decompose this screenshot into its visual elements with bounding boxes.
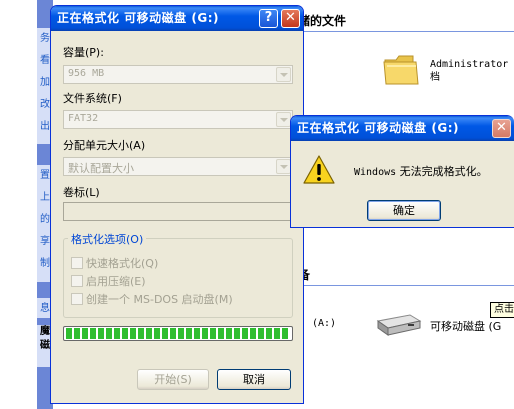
section-header-files: 储的文件 [298, 10, 514, 32]
allocation-unit-select[interactable]: 默认配置大小 [63, 157, 293, 176]
checkbox-box[interactable] [71, 257, 83, 269]
checkbox-box[interactable] [71, 275, 83, 287]
error-dialog-title: 正在格式化 可移动磁盘 (G:) [297, 121, 459, 135]
help-button[interactable]: ? [259, 9, 278, 28]
capacity-select[interactable]: 956 MB [63, 65, 293, 84]
format-dialog-title: 正在格式化 可移动磁盘 (G:) [57, 11, 219, 25]
cancel-button[interactable]: 取消 [217, 369, 291, 390]
capacity-label: 容量(P): [63, 46, 104, 59]
format-dialog: 正在格式化 可移动磁盘 (G:) ? ✕ 容量(P): 956 MB 文件系统(… [50, 5, 304, 404]
msdos-startup-disk-checkbox[interactable]: 创建一个 MS-DOS 启动盘(M) [71, 291, 233, 307]
floppy-drive-label[interactable]: (A:) [312, 318, 336, 329]
volume-label-input[interactable] [63, 202, 293, 221]
filesystem-label: 文件系统(F) [63, 92, 122, 105]
ok-button[interactable]: 确定 [367, 200, 441, 221]
allocation-unit-label: 分配单元大小(A) [63, 139, 146, 152]
folder-label[interactable]: Administrator 档 [430, 58, 508, 84]
format-dialog-titlebar[interactable]: 正在格式化 可移动磁盘 (G:) ? ✕ [51, 6, 303, 31]
folder-icon[interactable] [383, 52, 419, 86]
section-header-devices: 备 [298, 264, 514, 286]
allocation-unit-value: 默认配置大小 [68, 162, 134, 175]
enable-compression-checkbox[interactable]: 启用压缩(E) [71, 273, 146, 289]
filesystem-select[interactable]: FAT32 [63, 110, 293, 129]
removable-disk-icon[interactable] [376, 311, 422, 337]
capacity-value: 956 MB [68, 68, 105, 79]
checkbox-box[interactable] [71, 293, 83, 305]
error-dialog-titlebar[interactable]: 正在格式化 可移动磁盘 (G:) ✕ [291, 116, 514, 141]
close-button[interactable]: ✕ [492, 119, 511, 138]
removable-disk-label[interactable]: 可移动磁盘 (G [430, 318, 501, 334]
format-options-title: 格式化选项(O) [68, 231, 147, 247]
tooltip: 点击 [490, 302, 514, 318]
chevron-down-icon[interactable] [276, 159, 291, 174]
close-button[interactable]: ✕ [281, 9, 300, 28]
quick-format-checkbox[interactable]: 快速格式化(Q) [71, 255, 158, 271]
error-message: Windows 无法完成格式化。 [354, 165, 488, 178]
chevron-down-icon[interactable] [276, 67, 291, 82]
volume-label-label: 卷标(L) [63, 186, 100, 199]
format-progress-fill [66, 328, 290, 339]
filesystem-value: FAT32 [68, 113, 99, 124]
warning-icon [303, 155, 335, 184]
chevron-down-icon[interactable] [276, 112, 291, 127]
format-error-dialog: 正在格式化 可移动磁盘 (G:) ✕ Windows 无法完成格式化。 确定 [290, 115, 514, 228]
format-progress-bar [63, 326, 293, 341]
start-button[interactable]: 开始(S) [137, 369, 209, 390]
